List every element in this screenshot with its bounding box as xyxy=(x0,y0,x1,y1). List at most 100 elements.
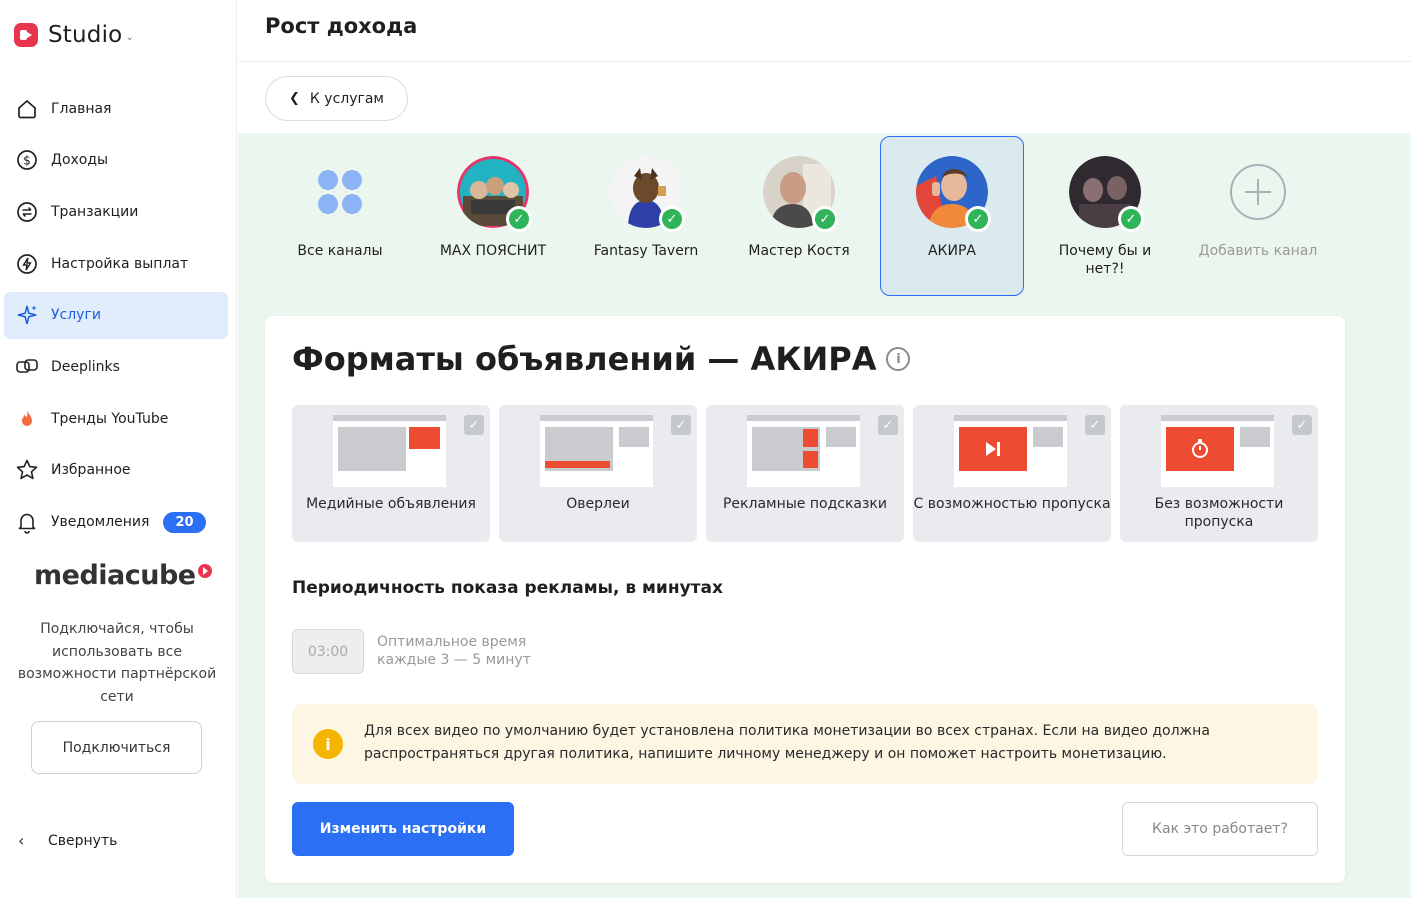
how-it-works-button[interactable]: Как это работает? xyxy=(1122,802,1318,856)
sidebar-item-label: Главная xyxy=(51,100,112,117)
verified-check-icon: ✓ xyxy=(659,206,685,232)
hint-line-2: каждые 3 — 5 минут xyxy=(377,652,531,668)
channel-akira[interactable]: ✓ АКИРА xyxy=(880,136,1024,296)
channel-name: Все каналы xyxy=(297,243,383,259)
sidebar-item-label: Тренды YouTube xyxy=(51,410,169,427)
sidebar: Studio ⌄ Главная $ Доходы Транзакции Нас… xyxy=(0,0,237,898)
checkbox-check-icon[interactable]: ✓ xyxy=(1292,415,1312,435)
sidebar-item-label: Избранное xyxy=(51,462,131,479)
sidebar-item-label: Deeplinks xyxy=(51,358,120,375)
mediacube-logo: mediacube xyxy=(34,560,212,591)
format-label: Без возможности пропуска xyxy=(1154,496,1284,530)
card-title: Форматы объявлений — АКИРА i xyxy=(292,340,911,378)
sidebar-item-income[interactable]: $ Доходы xyxy=(4,137,228,184)
card-title-text: Форматы объявлений — АКИРА xyxy=(292,340,877,378)
channel-name: АКИРА xyxy=(927,243,976,259)
mediacube-logo-text: mediacube xyxy=(34,560,196,591)
sponsored-cards-illustration xyxy=(747,415,860,487)
format-label: Оверлеи xyxy=(566,496,630,512)
connect-description: Подключайся, чтобы использовать все возм… xyxy=(17,621,217,705)
studio-logo[interactable]: Studio ⌄ xyxy=(14,20,134,50)
page-title: Рост дохода xyxy=(265,14,418,38)
sidebar-item-services[interactable]: Услуги xyxy=(4,291,228,339)
verified-check-icon: ✓ xyxy=(506,206,532,232)
skip-icon xyxy=(986,442,1000,456)
sparkle-icon xyxy=(14,302,40,328)
skippable-illustration xyxy=(954,415,1067,487)
collapse-label: Свернуть xyxy=(48,832,118,849)
deeplinks-icon xyxy=(14,354,40,380)
channel-max-poyasnit[interactable]: ✓ MAX ПОЯСНИТ xyxy=(421,136,565,296)
non-skippable-illustration xyxy=(1161,415,1274,487)
verified-check-icon: ✓ xyxy=(812,206,838,232)
change-settings-button[interactable]: Изменить настройки xyxy=(292,802,514,856)
sidebar-item-notifications[interactable]: Уведомления 20 xyxy=(4,499,228,546)
sidebar-item-label: Настройка выплат xyxy=(51,255,189,272)
ad-frequency-hint: Оптимальное время каждые 3 — 5 минут xyxy=(377,633,531,669)
format-overlays[interactable]: ✓ Оверлеи xyxy=(499,405,697,542)
format-sponsored-cards[interactable]: ✓ Рекламные подсказки xyxy=(706,405,904,542)
all-channels-icon xyxy=(304,156,376,228)
checkbox-check-icon[interactable]: ✓ xyxy=(671,415,691,435)
star-icon xyxy=(14,457,40,483)
sidebar-item-label: Доходы xyxy=(51,152,109,169)
channel-master-kostya[interactable]: ✓ Мастер Костя xyxy=(727,136,871,296)
chevron-left-icon: ‹ xyxy=(18,831,25,850)
sidebar-item-youtube-trends[interactable]: Тренды YouTube xyxy=(4,395,228,442)
sidebar-item-transactions[interactable]: Транзакции xyxy=(4,188,228,235)
display-ads-illustration xyxy=(333,415,446,487)
checkbox-check-icon[interactable]: ✓ xyxy=(878,415,898,435)
ad-formats-card: Форматы объявлений — АКИРА i ✓ Медийные … xyxy=(265,316,1345,883)
lightning-icon xyxy=(14,251,40,277)
channel-name: MAX ПОЯСНИТ xyxy=(439,243,547,259)
channel-name: Почему бы и нет?! xyxy=(1058,243,1152,277)
stopwatch-icon xyxy=(1192,439,1208,458)
ad-frequency-input[interactable]: 03:00 xyxy=(292,629,364,674)
plus-circle-icon xyxy=(1222,156,1294,228)
info-icon[interactable]: i xyxy=(886,347,911,371)
channel-pochemu-by-i-net[interactable]: ✓ Почему бы и нет?! xyxy=(1033,136,1177,296)
connect-button[interactable]: Подключиться xyxy=(31,721,202,774)
channel-all[interactable]: Все каналы xyxy=(268,136,412,296)
monetization-notice: i Для всех видео по умолчанию будет уста… xyxy=(292,704,1318,784)
format-label: С возможностью пропуска xyxy=(913,496,1111,512)
sidebar-item-label: Транзакции xyxy=(51,203,139,220)
add-channel-button[interactable]: Добавить канал xyxy=(1186,136,1330,296)
sidebar-item-deeplinks[interactable]: Deeplinks xyxy=(4,343,228,390)
channel-name: Добавить канал xyxy=(1198,243,1318,259)
overlays-illustration xyxy=(540,415,653,487)
info-icon: i xyxy=(313,729,343,759)
format-non-skippable[interactable]: ✓ Без возможности пропуска xyxy=(1120,405,1318,542)
ad-frequency-title: Периодичность показа рекламы, в минутах xyxy=(292,578,723,598)
home-icon xyxy=(14,96,40,122)
channel-fantasy-tavern[interactable]: ✓ Fantasy Tavern xyxy=(574,136,718,296)
back-button-label: К услугам xyxy=(309,90,384,107)
sidebar-item-home[interactable]: Главная xyxy=(4,85,228,132)
channel-selector: Все каналы ✓ MAX ПОЯСНИТ ✓ Fantasy Taver… xyxy=(268,136,1339,296)
chevron-down-icon: ⌄ xyxy=(125,31,134,43)
sidebar-item-payout-settings[interactable]: Настройка выплат xyxy=(4,240,228,287)
format-skippable[interactable]: ✓ С возможностью пропуска xyxy=(913,405,1111,542)
dollar-icon: $ xyxy=(14,147,40,173)
studio-logo-icon xyxy=(14,23,38,47)
sidebar-nav: Главная $ Доходы Транзакции Настройка вы… xyxy=(4,85,228,550)
checkbox-check-icon[interactable]: ✓ xyxy=(464,415,484,435)
verified-check-icon: ✓ xyxy=(965,206,991,232)
sidebar-item-label: Уведомления xyxy=(51,514,150,530)
app-name: Studio xyxy=(48,22,123,48)
ad-format-list: ✓ Медийные объявления ✓ Оверлеи ✓ Реклам… xyxy=(292,405,1327,542)
page-header: Рост дохода xyxy=(238,0,1411,62)
sidebar-item-favorites[interactable]: Избранное xyxy=(4,447,228,494)
play-icon xyxy=(197,563,212,578)
notifications-badge: 20 xyxy=(163,511,206,533)
transactions-icon xyxy=(14,199,40,225)
format-display-ads[interactable]: ✓ Медийные объявления xyxy=(292,405,490,542)
channel-name: Мастер Костя xyxy=(748,243,850,259)
fire-icon xyxy=(14,406,40,432)
checkbox-check-icon[interactable]: ✓ xyxy=(1085,415,1105,435)
sidebar-item-label: Услуги xyxy=(51,307,101,324)
collapse-sidebar-button[interactable]: ‹ Свернуть xyxy=(18,831,117,850)
back-to-services-button[interactable]: ❮ К услугам xyxy=(265,76,408,121)
format-label: Рекламные подсказки xyxy=(722,496,887,512)
notice-text: Для всех видео по умолчанию будет устано… xyxy=(364,723,1210,762)
